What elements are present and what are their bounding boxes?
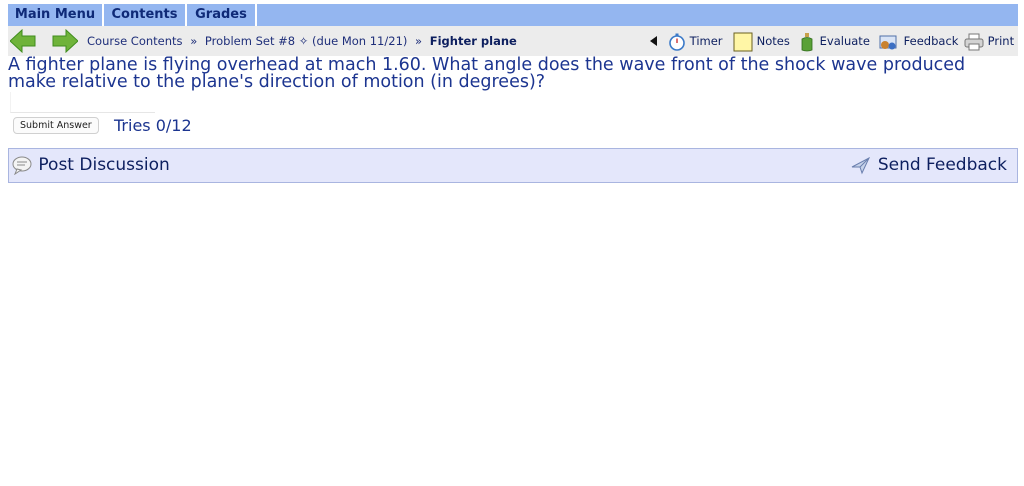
- print-label: Print: [987, 34, 1015, 48]
- printer-icon: [964, 33, 984, 50]
- discussion-bar: Post Discussion Send Feedback: [8, 148, 1018, 183]
- back-arrow-icon[interactable]: [10, 29, 36, 53]
- tab-grades[interactable]: Grades: [187, 4, 257, 26]
- feedback-icon: [879, 35, 897, 49]
- forward-arrow-icon[interactable]: [52, 29, 78, 53]
- evaluate-button[interactable]: Evaluate: [798, 31, 870, 51]
- breadcrumb-current-problem: Fighter plane: [429, 34, 517, 48]
- breadcrumb: Course Contents » Problem Set #8 ✧ (due …: [87, 34, 517, 48]
- stopwatch-icon: [669, 33, 685, 51]
- breadcrumb-separator: »: [190, 34, 198, 48]
- collapse-toolbar-icon[interactable]: [650, 36, 657, 46]
- answer-input[interactable]: [10, 92, 155, 113]
- feedback-button[interactable]: Feedback: [878, 31, 958, 51]
- tab-main-menu[interactable]: Main Menu: [8, 4, 104, 26]
- submit-answer-button[interactable]: Submit Answer: [13, 117, 99, 134]
- navigation-bar: Course Contents » Problem Set #8 ✧ (due …: [8, 26, 1018, 56]
- breadcrumb-course-contents[interactable]: Course Contents: [87, 34, 183, 48]
- tab-contents[interactable]: Contents: [104, 4, 187, 26]
- evaluate-icon: [801, 32, 813, 51]
- breadcrumb-separator: »: [415, 34, 423, 48]
- post-discussion-button[interactable]: Post Discussion: [11, 155, 170, 176]
- tries-counter: Tries 0/12: [114, 116, 192, 135]
- timer-button[interactable]: Timer: [668, 31, 723, 51]
- main-menu-bar: Main Menu Contents Grades: [8, 4, 1018, 26]
- feedback-label: Feedback: [903, 34, 959, 48]
- problem-text: A fighter plane is flying overhead at ma…: [8, 55, 966, 92]
- evaluate-label: Evaluate: [819, 34, 870, 48]
- set-marker-icon: ✧: [298, 34, 309, 48]
- timer-label: Timer: [689, 34, 723, 48]
- breadcrumb-due-date: (due Mon 11/21): [312, 34, 408, 48]
- speech-bubble-icon: [12, 156, 32, 176]
- notes-icon: [733, 32, 753, 51]
- send-feedback-button[interactable]: Send Feedback: [850, 155, 1007, 175]
- notes-label: Notes: [756, 34, 790, 48]
- print-button[interactable]: Print: [964, 31, 1014, 51]
- post-discussion-label: Post Discussion: [38, 155, 170, 175]
- send-feedback-label: Send Feedback: [877, 155, 1007, 175]
- notes-button[interactable]: Notes: [733, 31, 790, 51]
- breadcrumb-problem-set[interactable]: Problem Set #8: [205, 34, 295, 48]
- send-feedback-icon: [852, 156, 871, 175]
